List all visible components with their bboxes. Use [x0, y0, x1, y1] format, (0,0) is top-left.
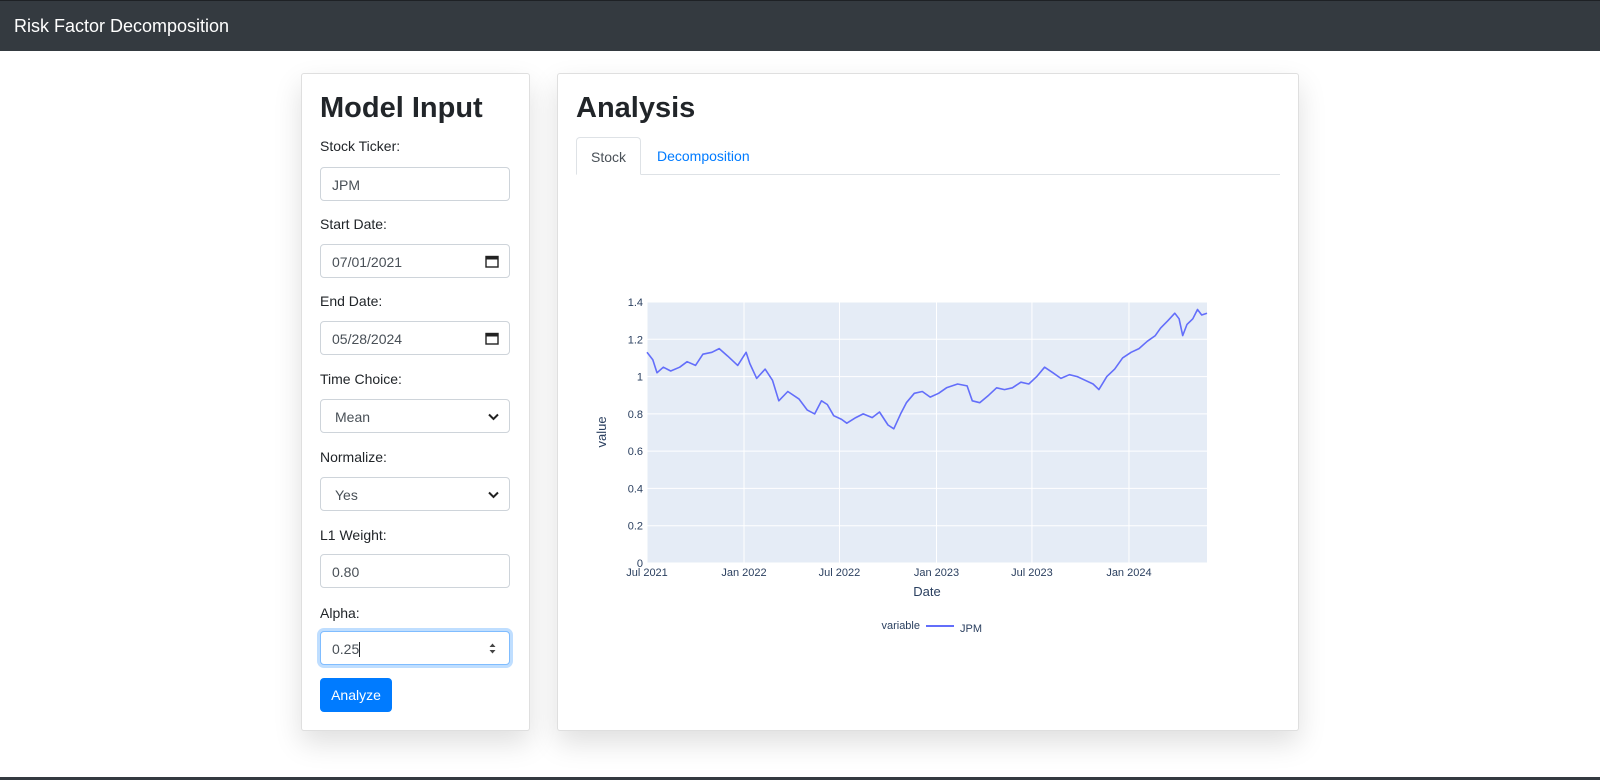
end-date-value: 05/28/2024 — [332, 331, 403, 347]
ticker-value: JPM — [332, 177, 360, 193]
text-caret — [359, 642, 361, 657]
y-tick-label: 1 — [637, 372, 643, 384]
analyze-button[interactable]: Analyze — [320, 678, 392, 712]
ticker-input[interactable]: JPM — [320, 167, 510, 201]
time-choice-value: Mean — [335, 409, 371, 425]
y-axis-label: value — [594, 416, 609, 447]
alpha-input[interactable]: 0.25 — [320, 631, 510, 665]
x-tick-label: Jul 2021 — [626, 567, 668, 579]
legend-title: variable — [881, 620, 920, 632]
l1-weight-value: 0.80 — [332, 564, 360, 580]
analysis-card: Analysis Stock Decomposition 0 0.2 0.4 0.6 0… — [557, 73, 1299, 731]
start-date-input[interactable]: 07/01/2021 — [320, 244, 510, 278]
start-date-label: Start Date: — [320, 216, 387, 232]
time-choice-label: Time Choice: — [320, 371, 402, 387]
plot-area — [647, 302, 1207, 563]
x-tick-label: Jul 2022 — [819, 567, 861, 579]
stock-chart: 00.20.40.60.811.21.4 Jul 2021 Jan 2022 Jul… — [594, 297, 1208, 634]
y-tick-label: 1.2 — [628, 334, 643, 346]
x-tick-labels: Jul 2021 Jan 2022 Jul 2022 Jan 2023 Jul 2023… — [626, 567, 1151, 579]
analysis-title: Analysis — [576, 92, 696, 124]
y-tick-label: 0.4 — [628, 483, 643, 495]
alpha-text: 0.25 — [332, 641, 361, 657]
l1-weight-input[interactable]: 0.80 — [320, 554, 510, 588]
end-date-label: End Date: — [320, 293, 383, 309]
model-input-card: Model Input Stock Ticker: JPM Start Date… — [301, 73, 530, 731]
calendar-icon[interactable] — [485, 254, 499, 268]
x-tick-label: Jan 2024 — [1106, 567, 1151, 579]
x-tick-label: Jan 2022 — [721, 567, 766, 579]
tab-decomposition[interactable]: Decomposition — [657, 137, 750, 175]
l1-weight-label: L1 Weight: — [320, 527, 387, 543]
tab-stock[interactable]: Stock — [576, 137, 641, 175]
normalize-label: Normalize: — [320, 449, 387, 465]
x-tick-label: Jan 2023 — [914, 567, 959, 579]
chevron-down-icon — [488, 413, 499, 421]
legend: variable JPM — [881, 620, 982, 634]
app-title[interactable]: Risk Factor Decomposition — [14, 16, 229, 37]
normalize-select[interactable]: Yes — [320, 477, 510, 511]
y-tick-label: 0.2 — [628, 521, 643, 533]
y-tick-label: 1.4 — [628, 297, 643, 309]
spinner-arrows-icon[interactable] — [488, 641, 497, 656]
alpha-value: 0.25 — [332, 641, 360, 657]
model-input-title: Model Input — [320, 92, 483, 124]
end-date-input[interactable]: 05/28/2024 — [320, 321, 510, 355]
normalize-value: Yes — [335, 487, 358, 503]
x-axis-label: Date — [913, 584, 940, 599]
y-tick-label: 0.6 — [628, 446, 643, 458]
calendar-icon[interactable] — [485, 331, 499, 345]
time-choice-select[interactable]: Mean — [320, 399, 510, 433]
alpha-label: Alpha: — [320, 605, 360, 621]
start-date-value: 07/01/2021 — [332, 254, 403, 270]
legend-item-jpm[interactable]: JPM — [960, 623, 982, 634]
y-tick-label: 0.8 — [628, 409, 643, 421]
navbar: Risk Factor Decomposition — [0, 0, 1600, 51]
chevron-down-icon — [488, 491, 499, 499]
y-tick-labels: 00.20.40.60.811.21.4 — [628, 297, 643, 570]
ticker-label: Stock Ticker: — [320, 138, 401, 154]
x-tick-label: Jul 2023 — [1011, 567, 1053, 579]
